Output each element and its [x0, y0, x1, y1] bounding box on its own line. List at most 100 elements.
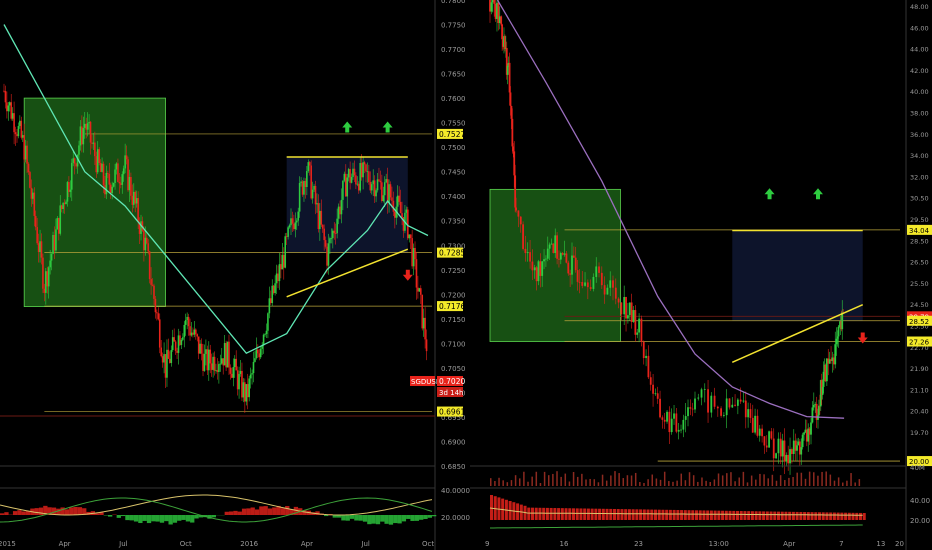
- left-candle-body: [79, 126, 82, 146]
- left-candle-body: [8, 102, 11, 106]
- left-osc-bar: [384, 515, 389, 524]
- left-candle-body: [231, 373, 233, 378]
- right-candle-body: [722, 415, 725, 416]
- left-candle-body: [150, 279, 152, 285]
- right-osc-bar: [687, 510, 691, 520]
- symbol-label: SGDUSD: [411, 378, 441, 386]
- right-candle-body: [765, 445, 768, 448]
- left-candle-body: [290, 218, 292, 226]
- right-candle-body: [558, 258, 560, 260]
- symbol-tag: SGDUSD: [410, 376, 441, 386]
- right-volume-bar: [668, 481, 670, 486]
- left-candle-body: [350, 176, 353, 183]
- left-osc-bar: [423, 515, 428, 520]
- right-candle-body: [493, 0, 496, 4]
- left-osc-bar: [358, 515, 363, 521]
- left-time-tick: 2016: [240, 540, 258, 548]
- left-osc-bar: [341, 515, 346, 521]
- left-osc-bar: [419, 515, 424, 520]
- left-candle-body: [383, 182, 386, 196]
- right-price-tick: 40.00: [910, 88, 929, 96]
- right-osc-bar: [572, 508, 575, 520]
- left-level-tag: 0.6961: [439, 408, 465, 417]
- left-candle-body: [223, 343, 226, 366]
- right-candle-body: [781, 440, 784, 457]
- left-candle-body: [249, 374, 252, 379]
- left-candle-body: [82, 127, 85, 145]
- left-candle-body: [53, 235, 56, 251]
- left-candle-body: [180, 339, 183, 345]
- left-candle-body: [122, 168, 125, 175]
- left-candle-body: [170, 350, 173, 363]
- left-candle-body: [376, 179, 379, 191]
- left-candle-body: [207, 349, 210, 371]
- left-candle-body: [401, 213, 403, 218]
- left-candle-body: [346, 177, 349, 197]
- right-osc-bar: [777, 511, 780, 520]
- right-volume-bar: [581, 473, 583, 486]
- right-volume-bar: [829, 474, 832, 486]
- left-osc-bar: [250, 507, 255, 515]
- left-candle-body: [195, 329, 197, 335]
- left-candle-body: [332, 230, 334, 239]
- left-candle-body: [316, 203, 318, 205]
- left-candle-body: [222, 358, 225, 366]
- left-osc-bar: [380, 515, 385, 522]
- left-candle-body: [216, 370, 219, 372]
- left-osc-bar: [116, 515, 121, 518]
- right-volume-bar: [746, 482, 749, 486]
- left-candle-body: [245, 384, 248, 402]
- left-candle-body: [330, 238, 333, 239]
- left-candle-body: [265, 330, 268, 334]
- left-osc-bar: [177, 515, 182, 521]
- right-zone-0: [489, 188, 621, 342]
- left-osc-bar: [95, 513, 100, 515]
- right-candle-body: [563, 253, 566, 255]
- right-volume-bar: [833, 480, 836, 486]
- right-volume-bar: [755, 479, 757, 486]
- right-candle-body: [761, 428, 763, 437]
- left-candle-body: [192, 332, 194, 335]
- left-candle-body: [272, 285, 275, 294]
- right-osc-tick-20: 20.00: [910, 517, 930, 525]
- right-volume-bar: [572, 472, 575, 486]
- left-candle-body: [320, 210, 323, 225]
- right-candle-body: [515, 207, 517, 211]
- left-candle-body: [124, 155, 126, 169]
- right-volume-bar: [813, 472, 815, 486]
- right-time-tick: Apr: [783, 540, 795, 548]
- right-candle-body: [725, 398, 728, 416]
- right-candle-body: [522, 224, 524, 249]
- left-candle-body: [174, 341, 177, 351]
- left-candle-body: [285, 236, 288, 238]
- right-candle-body: [548, 244, 551, 249]
- left-osc-bar: [129, 515, 134, 521]
- left-candle-body: [169, 358, 171, 363]
- left-candle-body: [392, 200, 395, 212]
- left-candle-body: [213, 356, 216, 371]
- right-osc-bar: [590, 508, 594, 520]
- current-price-tag: 0.7020: [437, 376, 465, 386]
- right-candle-body: [659, 398, 661, 418]
- right-osc-bar: [739, 511, 743, 520]
- left-candle-body: [407, 209, 409, 239]
- right-volume-bar: [531, 476, 533, 486]
- left-candle-body: [143, 230, 145, 251]
- right-price-tick: 20.40: [910, 408, 929, 416]
- left-candle-body: [365, 164, 367, 172]
- left-candle-body: [229, 367, 232, 374]
- left-candle-body: [182, 337, 184, 340]
- right-osc-bar: [784, 511, 788, 520]
- right-osc-bar: [728, 510, 732, 520]
- left-osc-bar: [263, 506, 268, 515]
- right-time-tick: 23: [634, 540, 643, 548]
- right-osc-bar: [583, 508, 587, 520]
- left-osc-bar: [259, 506, 264, 515]
- left-candle-body: [43, 288, 46, 293]
- left-candle-body: [244, 382, 246, 402]
- right-osc-bar: [631, 509, 635, 520]
- right-osc-bar: [654, 509, 657, 520]
- right-candle-body: [586, 282, 589, 288]
- left-candle-body: [26, 145, 28, 164]
- right-candle-body: [739, 399, 742, 402]
